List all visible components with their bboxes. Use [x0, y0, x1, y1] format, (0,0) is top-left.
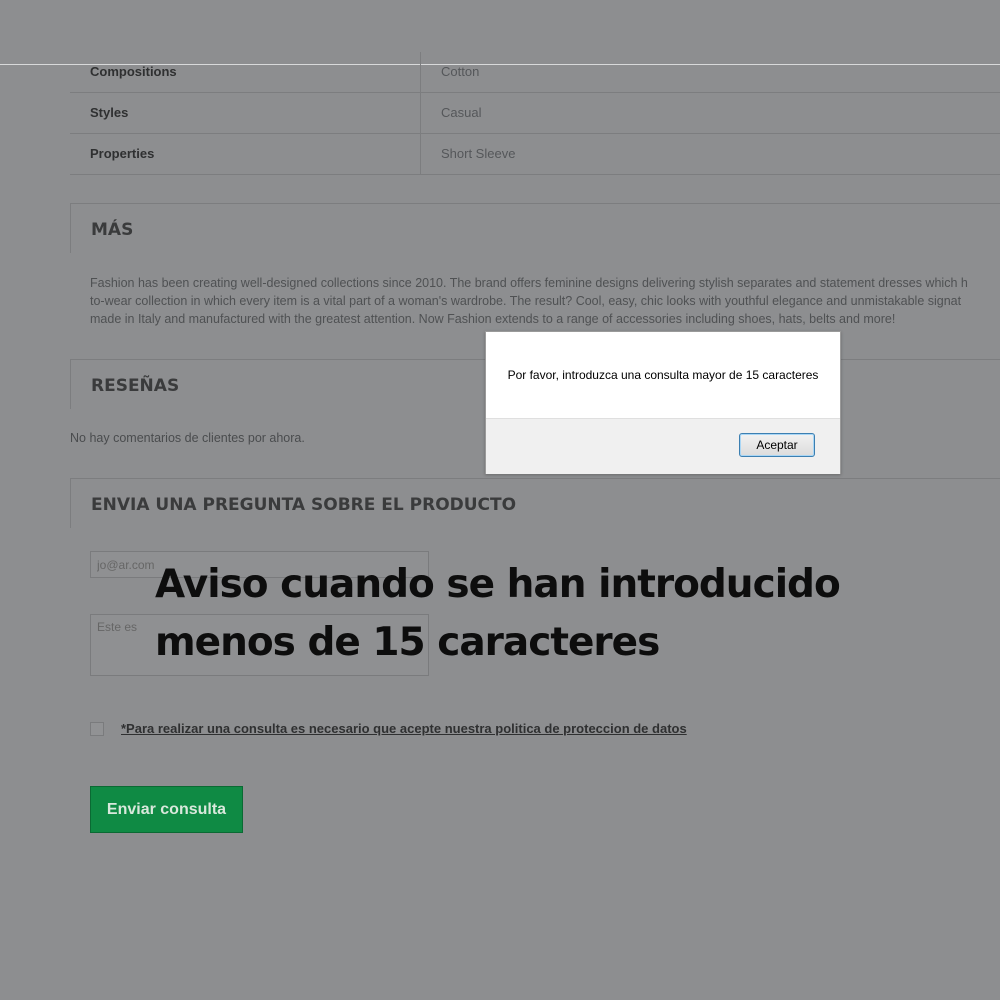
no-reviews-text: No hay comentarios de clientes por ahora… — [70, 431, 305, 445]
more-info-title: MÁS — [91, 220, 134, 240]
caption-line: menos de 15 caracteres — [155, 620, 660, 665]
description-line: made in Italy and manufactured with the … — [90, 312, 896, 326]
promo-caption: Aviso cuando se han introducido menos de… — [155, 556, 855, 672]
product-description: Fashion has been creating well-designed … — [90, 274, 995, 328]
column-divider — [420, 93, 421, 133]
spec-value: Cotton — [441, 64, 480, 79]
spec-row: Styles Casual — [70, 93, 1000, 134]
column-divider — [420, 134, 421, 174]
description-line: Fashion has been creating well-designed … — [90, 276, 968, 290]
description-line: to-wear collection in which every item i… — [90, 294, 962, 308]
spec-row: Compositions Cotton — [70, 52, 1000, 93]
alert-message: Por favor, introduzca una consulta mayor… — [507, 368, 819, 382]
alert-footer: Aceptar — [486, 418, 840, 474]
spec-label: Styles — [90, 105, 129, 120]
alert-dialog: Por favor, introduzca una consulta mayor… — [485, 331, 841, 474]
spec-label: Properties — [90, 146, 155, 161]
privacy-policy-checkbox[interactable] — [90, 722, 104, 736]
spec-value: Short Sleeve — [441, 146, 516, 161]
more-info-section-header: MÁS — [70, 203, 1000, 253]
privacy-policy-link[interactable]: *Para realizar una consulta es necesario… — [121, 721, 687, 736]
question-section-header: ENVIA UNA PREGUNTA SOBRE EL PRODUCTO — [70, 478, 1000, 528]
spec-row: Properties Short Sleeve — [70, 134, 1000, 175]
spec-label: Compositions — [90, 64, 177, 79]
spec-value: Casual — [441, 105, 482, 120]
reviews-title: RESEÑAS — [91, 376, 180, 396]
question-title: ENVIA UNA PREGUNTA SOBRE EL PRODUCTO — [91, 495, 517, 515]
accept-button[interactable]: Aceptar — [739, 433, 815, 457]
column-divider — [420, 52, 421, 92]
product-specs-table: Compositions Cotton Styles Casual Proper… — [70, 52, 1000, 175]
caption-line: Aviso cuando se han introducido — [155, 562, 841, 607]
send-question-button[interactable]: Enviar consulta — [90, 786, 243, 833]
